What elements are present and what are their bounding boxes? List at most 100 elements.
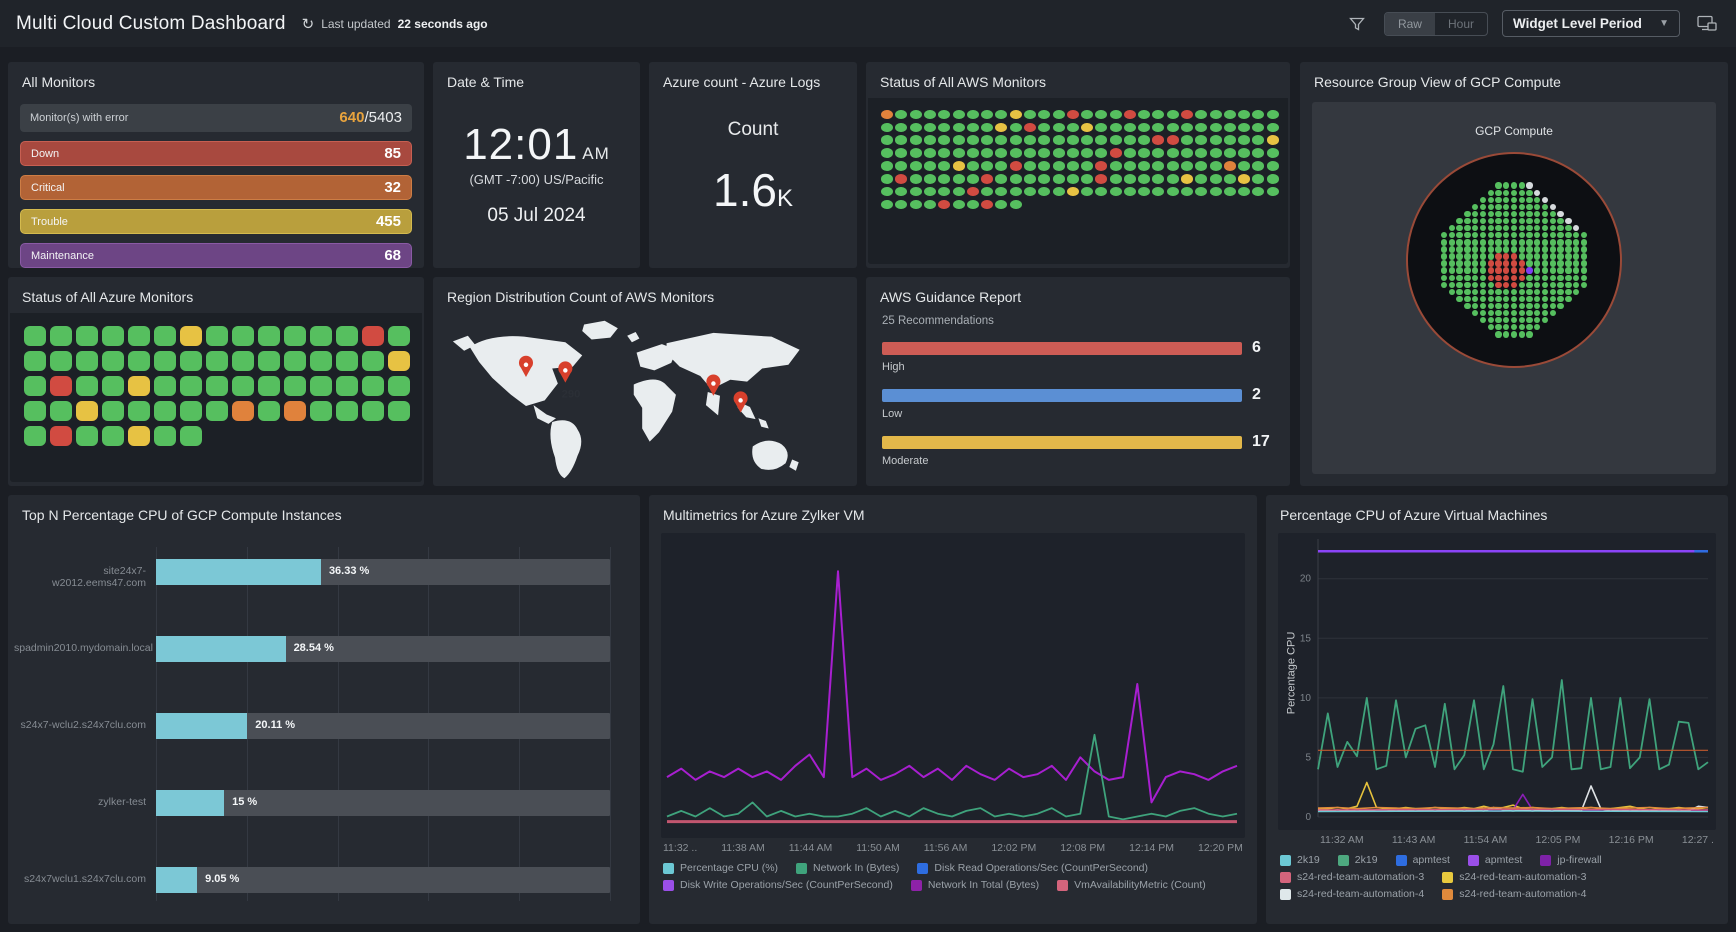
status-dot[interactable] [1024, 123, 1036, 133]
resource-dot[interactable] [1495, 211, 1501, 217]
resource-dot[interactable] [1488, 275, 1494, 281]
status-dot[interactable] [1238, 110, 1250, 120]
status-dot[interactable] [953, 135, 965, 145]
status-dot[interactable] [388, 326, 410, 346]
resource-dot[interactable] [1519, 182, 1525, 188]
resource-dot[interactable] [1573, 253, 1579, 259]
resource-dot[interactable] [1495, 218, 1501, 224]
resource-dot[interactable] [1511, 289, 1517, 295]
resource-dot[interactable] [1449, 253, 1455, 259]
resource-dot[interactable] [1511, 182, 1517, 188]
resource-dot[interactable] [1488, 232, 1494, 238]
status-dot[interactable] [76, 401, 98, 421]
status-dot[interactable] [1238, 161, 1250, 171]
filter-icon[interactable] [1344, 11, 1370, 37]
resource-dot[interactable] [1488, 310, 1494, 316]
status-dot[interactable] [76, 351, 98, 371]
resource-dot[interactable] [1534, 289, 1540, 295]
status-dot[interactable] [1010, 110, 1022, 120]
status-dot[interactable] [1267, 123, 1279, 133]
resource-dot[interactable] [1441, 267, 1447, 273]
status-dot[interactable] [1138, 174, 1150, 184]
resource-dot[interactable] [1472, 253, 1478, 259]
resource-dot[interactable] [1495, 331, 1501, 337]
resource-dot[interactable] [1526, 204, 1532, 210]
status-dot[interactable] [1181, 110, 1193, 120]
resource-dot[interactable] [1495, 282, 1501, 288]
resource-dot[interactable] [1441, 246, 1447, 252]
status-dot[interactable] [284, 401, 306, 421]
status-dot[interactable] [1110, 123, 1122, 133]
status-dot[interactable] [1067, 187, 1079, 197]
status-dot[interactable] [336, 376, 358, 396]
resource-dot[interactable] [1542, 218, 1548, 224]
status-dot[interactable] [50, 426, 72, 446]
status-dot[interactable] [924, 123, 936, 133]
resource-dot[interactable] [1488, 289, 1494, 295]
resource-dot[interactable] [1488, 317, 1494, 323]
status-dot[interactable] [995, 200, 1007, 210]
status-dot[interactable] [1095, 123, 1107, 133]
status-dot[interactable] [1024, 174, 1036, 184]
resource-dot[interactable] [1495, 204, 1501, 210]
status-dot[interactable] [1067, 110, 1079, 120]
status-dot[interactable] [24, 376, 46, 396]
resource-dot[interactable] [1534, 211, 1540, 217]
status-dot[interactable] [953, 148, 965, 158]
legend-item[interactable]: Disk Read Operations/Sec (CountPerSecond… [917, 862, 1148, 874]
resource-dot[interactable] [1449, 239, 1455, 245]
status-dot[interactable] [206, 326, 228, 346]
status-dot[interactable] [258, 401, 280, 421]
topn-bar-row[interactable]: spadmin2010.mydomain.local28.54 % [156, 636, 610, 662]
status-dot[interactable] [924, 200, 936, 210]
status-dot[interactable] [1010, 135, 1022, 145]
status-dot[interactable] [310, 401, 332, 421]
resource-dot[interactable] [1503, 310, 1509, 316]
status-dot[interactable] [995, 135, 1007, 145]
status-dot[interactable] [336, 401, 358, 421]
resource-dot[interactable] [1526, 253, 1532, 259]
status-dot[interactable] [924, 174, 936, 184]
status-dot[interactable] [995, 174, 1007, 184]
status-dot[interactable] [310, 376, 332, 396]
status-dot[interactable] [1138, 161, 1150, 171]
status-dot[interactable] [1138, 148, 1150, 158]
status-dot[interactable] [953, 161, 965, 171]
resource-dot[interactable] [1550, 225, 1556, 231]
resource-dot[interactable] [1464, 289, 1470, 295]
status-dot[interactable] [232, 376, 254, 396]
resource-dot[interactable] [1464, 218, 1470, 224]
resource-dot[interactable] [1511, 303, 1517, 309]
status-dot[interactable] [154, 326, 176, 346]
status-dot[interactable] [895, 148, 907, 158]
resource-dot[interactable] [1488, 239, 1494, 245]
legend-item[interactable]: VmAvailabilityMetric (Count) [1057, 879, 1206, 891]
status-dot[interactable] [1010, 161, 1022, 171]
status-dot[interactable] [1038, 187, 1050, 197]
resource-dot[interactable] [1519, 260, 1525, 266]
resource-dot[interactable] [1542, 239, 1548, 245]
resource-dot[interactable] [1519, 303, 1525, 309]
status-dot[interactable] [1238, 123, 1250, 133]
resource-dot[interactable] [1534, 253, 1540, 259]
status-dot[interactable] [895, 123, 907, 133]
resource-dot[interactable] [1503, 204, 1509, 210]
status-dot[interactable] [102, 351, 124, 371]
topn-bar-row[interactable]: s24x7-wclu2.s24x7clu.com20.11 % [156, 713, 610, 739]
resource-dot[interactable] [1526, 260, 1532, 266]
resource-dot[interactable] [1542, 267, 1548, 273]
resource-dot[interactable] [1495, 289, 1501, 295]
resource-dot[interactable] [1542, 204, 1548, 210]
resource-dot[interactable] [1557, 275, 1563, 281]
status-dot[interactable] [1238, 187, 1250, 197]
status-dot[interactable] [910, 110, 922, 120]
status-dot[interactable] [1210, 110, 1222, 120]
resource-dot[interactable] [1456, 225, 1462, 231]
resource-dot[interactable] [1511, 225, 1517, 231]
resource-dot[interactable] [1472, 246, 1478, 252]
resource-dot[interactable] [1534, 197, 1540, 203]
resource-dot[interactable] [1542, 296, 1548, 302]
resource-dot[interactable] [1542, 225, 1548, 231]
status-dot[interactable] [362, 326, 384, 346]
resource-dot[interactable] [1503, 253, 1509, 259]
